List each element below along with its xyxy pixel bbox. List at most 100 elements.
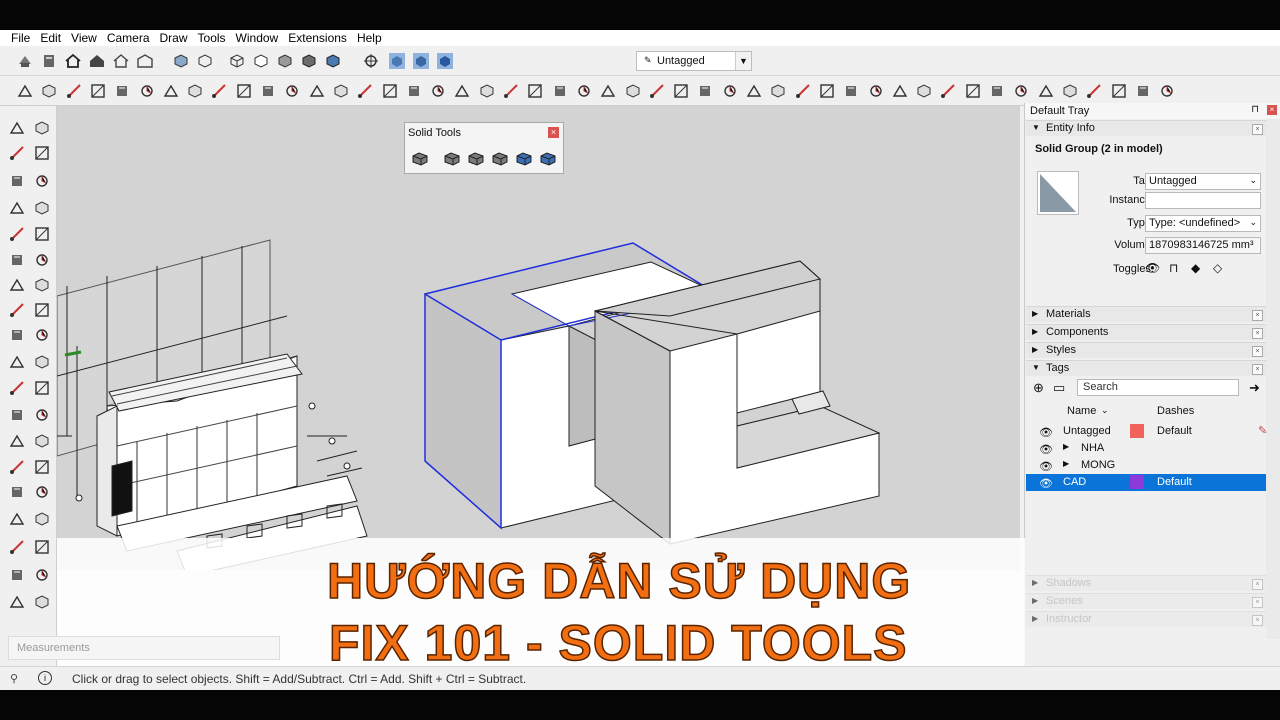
menu-draw[interactable]: Draw [155,31,193,45]
add-folder-icon[interactable]: ▭ [1053,380,1065,396]
tags-search-input[interactable]: Search [1077,379,1239,396]
components-icon[interactable] [33,119,51,137]
extension-tool-icon-36[interactable] [867,82,885,100]
search-icon[interactable] [33,510,51,528]
extension-tool-icon-25[interactable] [599,82,617,100]
section-scenes[interactable]: ▶ Scenes × [1026,593,1266,609]
visibility-eye-icon[interactable]: 👁 [1039,426,1053,439]
3d-text-icon[interactable] [33,432,51,450]
menu-file[interactable]: File [6,31,35,45]
section-shadows[interactable]: ▶ Shadows × [1026,575,1266,591]
extension-tool-icon-20[interactable] [478,82,496,100]
arc-icon[interactable] [8,251,26,269]
column-dashes[interactable]: Dashes [1157,405,1194,421]
rectangle-icon[interactable] [8,199,26,217]
view-front-icon[interactable] [436,52,454,70]
extension-tool-icon-18[interactable] [429,82,447,100]
back-edges-icon[interactable] [196,52,214,70]
menu-help[interactable]: Help [352,31,387,45]
extension-tool-icon-33[interactable] [794,82,812,100]
extension-tool-icon-17[interactable] [405,82,423,100]
circle-icon[interactable] [8,225,26,243]
extension-tool-icon-24[interactable] [575,82,593,100]
extension-tool-icon-5[interactable] [113,82,131,100]
extension-tool-icon-13[interactable] [308,82,326,100]
menu-view[interactable]: View [66,31,102,45]
extension-tool-icon-27[interactable] [648,82,666,100]
split-icon[interactable] [539,149,557,167]
union-icon[interactable] [467,149,485,167]
monochrome-icon[interactable] [324,52,342,70]
tag-color-swatch[interactable] [1130,475,1144,489]
follow-me-icon[interactable] [33,326,51,344]
drape-icon[interactable] [33,566,51,584]
extension-tool-icon-41[interactable] [988,82,1006,100]
extension-tool-icon-46[interactable] [1110,82,1128,100]
model-info-icon[interactable] [16,52,34,70]
orbit-icon[interactable] [362,52,380,70]
extension-tool-icon-11[interactable] [259,82,277,100]
menu-window[interactable]: Window [231,31,284,45]
flip-edge-icon[interactable] [33,593,51,611]
home-solid-icon[interactable] [88,52,106,70]
extension-tool-icon-34[interactable] [818,82,836,100]
close-icon[interactable]: × [1252,364,1263,375]
tray-scrollbar[interactable] [1266,119,1280,639]
view-iso-icon[interactable] [388,52,406,70]
close-icon[interactable]: × [1267,105,1277,115]
extension-tool-icon-31[interactable] [745,82,763,100]
section-materials[interactable]: ▶ Materials × [1026,306,1266,322]
section-entity-info[interactable]: ▼ Entity Info × [1026,120,1266,136]
hidden-toggle-eye-icon[interactable]: 👁 [1145,261,1160,275]
add-detail-icon[interactable] [8,593,26,611]
arc2-icon[interactable] [33,276,51,294]
protractor-icon[interactable] [8,406,26,424]
freehand-icon[interactable] [33,172,51,190]
close-icon[interactable]: × [1252,597,1263,608]
geo-location-icon[interactable]: ⚲ [10,672,18,685]
extension-tool-icon-19[interactable] [453,82,471,100]
tag-selector[interactable]: ✎ Untagged ▼ [636,51,752,71]
close-icon[interactable]: × [1252,579,1263,590]
polygon-icon[interactable] [33,225,51,243]
shaded-icon[interactable] [276,52,294,70]
intersect-icon[interactable] [443,149,461,167]
section-instructor[interactable]: ▶ Instructor × [1026,611,1266,627]
dimension-icon[interactable] [33,379,51,397]
eraser-icon[interactable] [33,144,51,162]
tag-dashes[interactable]: Default [1157,476,1192,488]
extension-tool-icon-15[interactable] [356,82,374,100]
column-name[interactable]: Name [1067,405,1096,421]
extension-tool-icon-32[interactable] [769,82,787,100]
section-tags[interactable]: ▼ Tags × [1026,360,1266,376]
close-icon[interactable]: × [1252,328,1263,339]
tag-row-cad[interactable]: 👁 CAD Default [1026,474,1266,491]
extension-tool-icon-6[interactable] [138,82,156,100]
trim-icon[interactable] [515,149,533,167]
extension-tool-icon-47[interactable] [1134,82,1152,100]
zoom-icon[interactable] [8,483,26,501]
extension-tool-icon-35[interactable] [842,82,860,100]
extension-tool-icon-14[interactable] [332,82,350,100]
model-viewport[interactable] [57,106,1020,570]
section-styles[interactable]: ▶ Styles × [1026,342,1266,358]
lock-toggle-icon[interactable]: ⊓ [1169,261,1178,275]
menu-tools[interactable]: Tools [193,31,231,45]
info-icon[interactable]: i [38,671,52,685]
extension-tool-icon-3[interactable] [65,82,83,100]
move-icon[interactable] [8,301,26,319]
extension-tool-icon-2[interactable] [40,82,58,100]
text-icon[interactable] [33,406,51,424]
extension-tool-icon-42[interactable] [1012,82,1030,100]
pie-icon[interactable] [33,251,51,269]
hidden-line-icon[interactable] [252,52,270,70]
close-icon[interactable]: × [1252,615,1263,626]
expand-triangle-icon[interactable]: ▶ [1063,459,1069,468]
arc3-icon[interactable] [8,276,26,294]
visibility-eye-icon[interactable]: 👁 [1039,477,1053,490]
tag-row-nha[interactable]: 👁 ▶ NHA [1026,440,1266,457]
extension-tool-icon-38[interactable] [915,82,933,100]
house-icon[interactable] [64,52,82,70]
details-arrow-icon[interactable]: ➜ [1249,380,1260,396]
extension-tool-icon-39[interactable] [939,82,957,100]
